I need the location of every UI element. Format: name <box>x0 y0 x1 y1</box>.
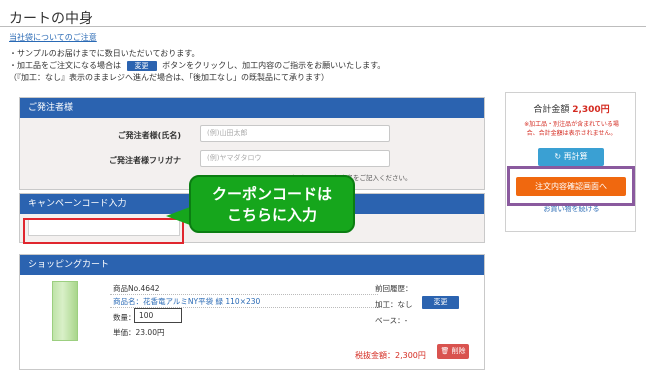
trash-icon: 🗑 <box>440 347 450 355</box>
product-number: 商品No.4642 <box>113 284 160 293</box>
delete-button[interactable]: 🗑 削除 <box>437 344 469 359</box>
note-line-3: （『加工：なし』表示のままレジへ進んだ場合は、「後加工なし」の既製品にて承ります… <box>9 73 329 82</box>
page-title: カートの中身 <box>9 11 93 27</box>
orderer-name-input[interactable]: (例)山田太郎 <box>200 125 390 142</box>
total-note-line-1: ※加工品・別注品が含まれている場 <box>524 121 619 128</box>
total-label: 合計金額 <box>533 105 570 115</box>
orderer-kana-input[interactable]: (例)ヤマダタロウ <box>200 150 390 167</box>
quantity-input[interactable]: 100 <box>134 308 182 323</box>
campaign-input-highlight <box>23 218 184 244</box>
product-name-link[interactable]: 商品名：花香竜アルミNY平袋 緑 110×230 <box>113 296 260 307</box>
processing-status: 加工：なし <box>375 300 413 309</box>
recalculate-button[interactable]: ↻ 再計算 <box>538 148 604 166</box>
orderer-kana-label: ご発注者様フリガナ <box>109 156 181 165</box>
cart-panel-heading: ショッピングカート <box>20 255 484 275</box>
cart-panel-body: 商品No.4642 商品名：花香竜アルミNY平袋 緑 110×230 数量： 1… <box>20 275 484 369</box>
order-summary-box: 合計金額 2,300円 ※加工品・別注品が含まれている場 合、合計金額は表示され… <box>505 92 636 232</box>
line-price: 税抜金額：2,300円 <box>355 351 426 360</box>
previous-history: 前回履歴： <box>375 284 413 293</box>
refresh-icon: ↻ <box>554 152 562 161</box>
inline-change-button: 変更 <box>126 60 157 71</box>
orderer-name-label: ご発注者様(氏名) <box>117 131 181 140</box>
recalculate-label: 再計算 <box>563 152 588 161</box>
note-line-2-suffix: ボタンをクリックし、加工内容のご指示をお願いいたします。 <box>162 61 386 70</box>
quantity-label: 数量： <box>113 313 136 322</box>
bag-notice-link[interactable]: 当社袋についてのご注意 <box>9 32 97 43</box>
change-processing-button[interactable]: 変更 <box>422 296 459 309</box>
delete-label: 削除 <box>451 347 466 355</box>
callout-pointer <box>166 207 190 225</box>
title-divider <box>0 26 646 27</box>
note-line-2-prefix: ・加工品をご注文になる場合は <box>9 61 121 70</box>
callout-line-2: こちらに入力 <box>226 206 317 224</box>
cart-panel: ショッピングカート 商品No.4642 商品名：花香竜アルミNY平袋 緑 110… <box>19 254 485 370</box>
total-value: 2,300円 <box>572 105 610 115</box>
notes-block: ・サンプルのお届けまでに数日いただいております。 ・加工品をご注文になる場合は … <box>9 48 385 84</box>
cart-separator <box>110 294 378 295</box>
total-note: ※加工品・別注品が含まれている場 合、合計金額は表示されません。 <box>510 120 633 138</box>
product-thumbnail <box>52 281 78 341</box>
confirm-button-highlight <box>507 166 635 206</box>
total-amount: 合計金額 2,300円 <box>506 102 637 115</box>
unit-price: 単価：23.00円 <box>113 328 165 337</box>
orderer-panel-heading: ご発注者様 <box>20 98 484 118</box>
base-info: ベース：- <box>375 316 408 325</box>
note-line-1: ・サンプルのお届けまでに数日いただいております。 <box>9 49 200 58</box>
callout-line-1: クーポンコードは <box>211 185 332 203</box>
coupon-callout: クーポンコードは こちらに入力 <box>189 175 355 233</box>
total-note-line-2: 合、合計金額は表示されません。 <box>526 130 617 137</box>
note-line-2: ・加工品をご注文になる場合は 変更 ボタンをクリックし、加工内容のご指示をお願い… <box>9 60 385 72</box>
